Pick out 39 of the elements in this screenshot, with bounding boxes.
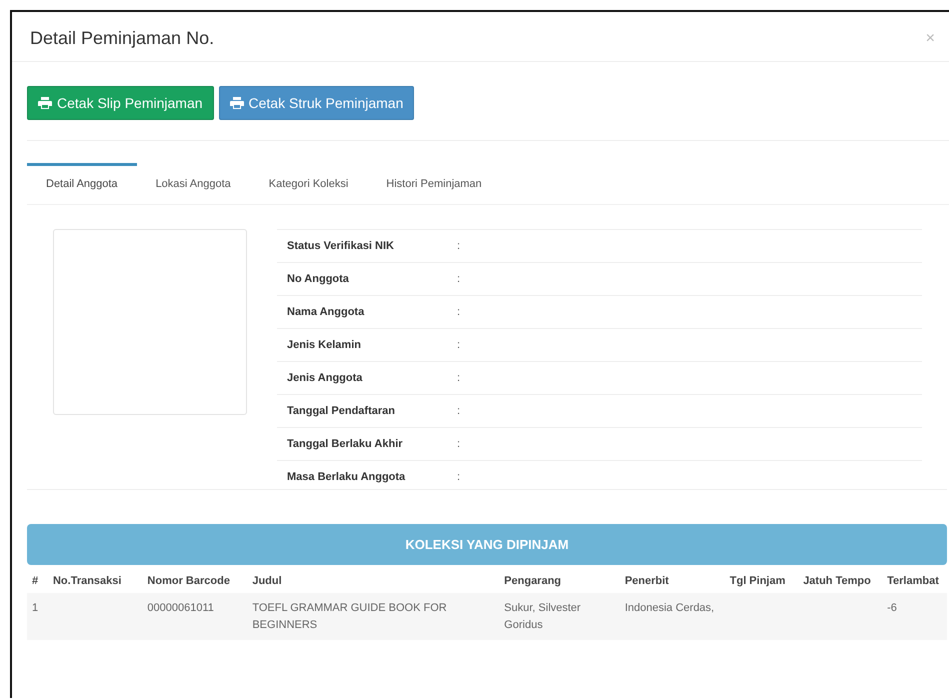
column-header: #: [32, 575, 38, 587]
column-header: Jatuh Tempo: [803, 575, 871, 587]
column-header: Nomor Barcode: [147, 575, 230, 587]
tab[interactable]: Kategori Koleksi: [250, 163, 368, 204]
separator: :: [457, 405, 460, 417]
separator: :: [457, 240, 460, 252]
field-label: Tanggal Pendaftaran: [287, 405, 395, 417]
column-header: Penerbit: [624, 575, 669, 587]
field-label: No Anggota: [287, 273, 349, 285]
field-label: Jenis Kelamin: [287, 339, 361, 351]
table-cell: Sukur, Silvester Goridus: [504, 602, 581, 630]
column-header: Terlambat: [887, 575, 939, 587]
table-cell: -6: [887, 602, 897, 614]
column-header: Judul: [252, 575, 282, 587]
separator: :: [457, 372, 460, 384]
field-label: Nama Anggota: [287, 306, 364, 318]
tab[interactable]: Lokasi Anggota: [136, 163, 250, 204]
printer-icon: [38, 97, 52, 109]
separator: :: [457, 471, 460, 483]
field-label: Masa Berlaku Anggota: [287, 471, 406, 483]
column-header: Tgl Pinjam: [730, 575, 786, 587]
separator: :: [457, 306, 460, 318]
table-cell: TOEFL GRAMMAR GUIDE BOOK FOR BEGINNERS: [252, 602, 447, 630]
column-header: Pengarang: [504, 575, 562, 587]
field-label: Jenis Anggota: [287, 372, 362, 384]
table-cell: 00000061011: [147, 602, 214, 614]
table-cell: 1: [32, 602, 38, 614]
separator: :: [457, 273, 460, 285]
section-header: KOLEKSI YANG DIPINJAM: [27, 524, 947, 565]
tab[interactable]: Detail Anggota: [27, 163, 137, 204]
table-cell: Indonesia Cerdas,: [624, 602, 714, 614]
separator: :: [457, 438, 460, 450]
field-label: Status Verifikasi NIK: [287, 240, 394, 252]
separator: :: [457, 339, 460, 351]
modal-title: Detail Peminjaman No.: [30, 28, 214, 49]
column-header: No.Transaksi: [52, 575, 122, 587]
tab[interactable]: Histori Peminjaman: [367, 163, 501, 204]
field-label: Tanggal Berlaku Akhir: [287, 438, 403, 450]
printer-icon: [230, 97, 244, 109]
